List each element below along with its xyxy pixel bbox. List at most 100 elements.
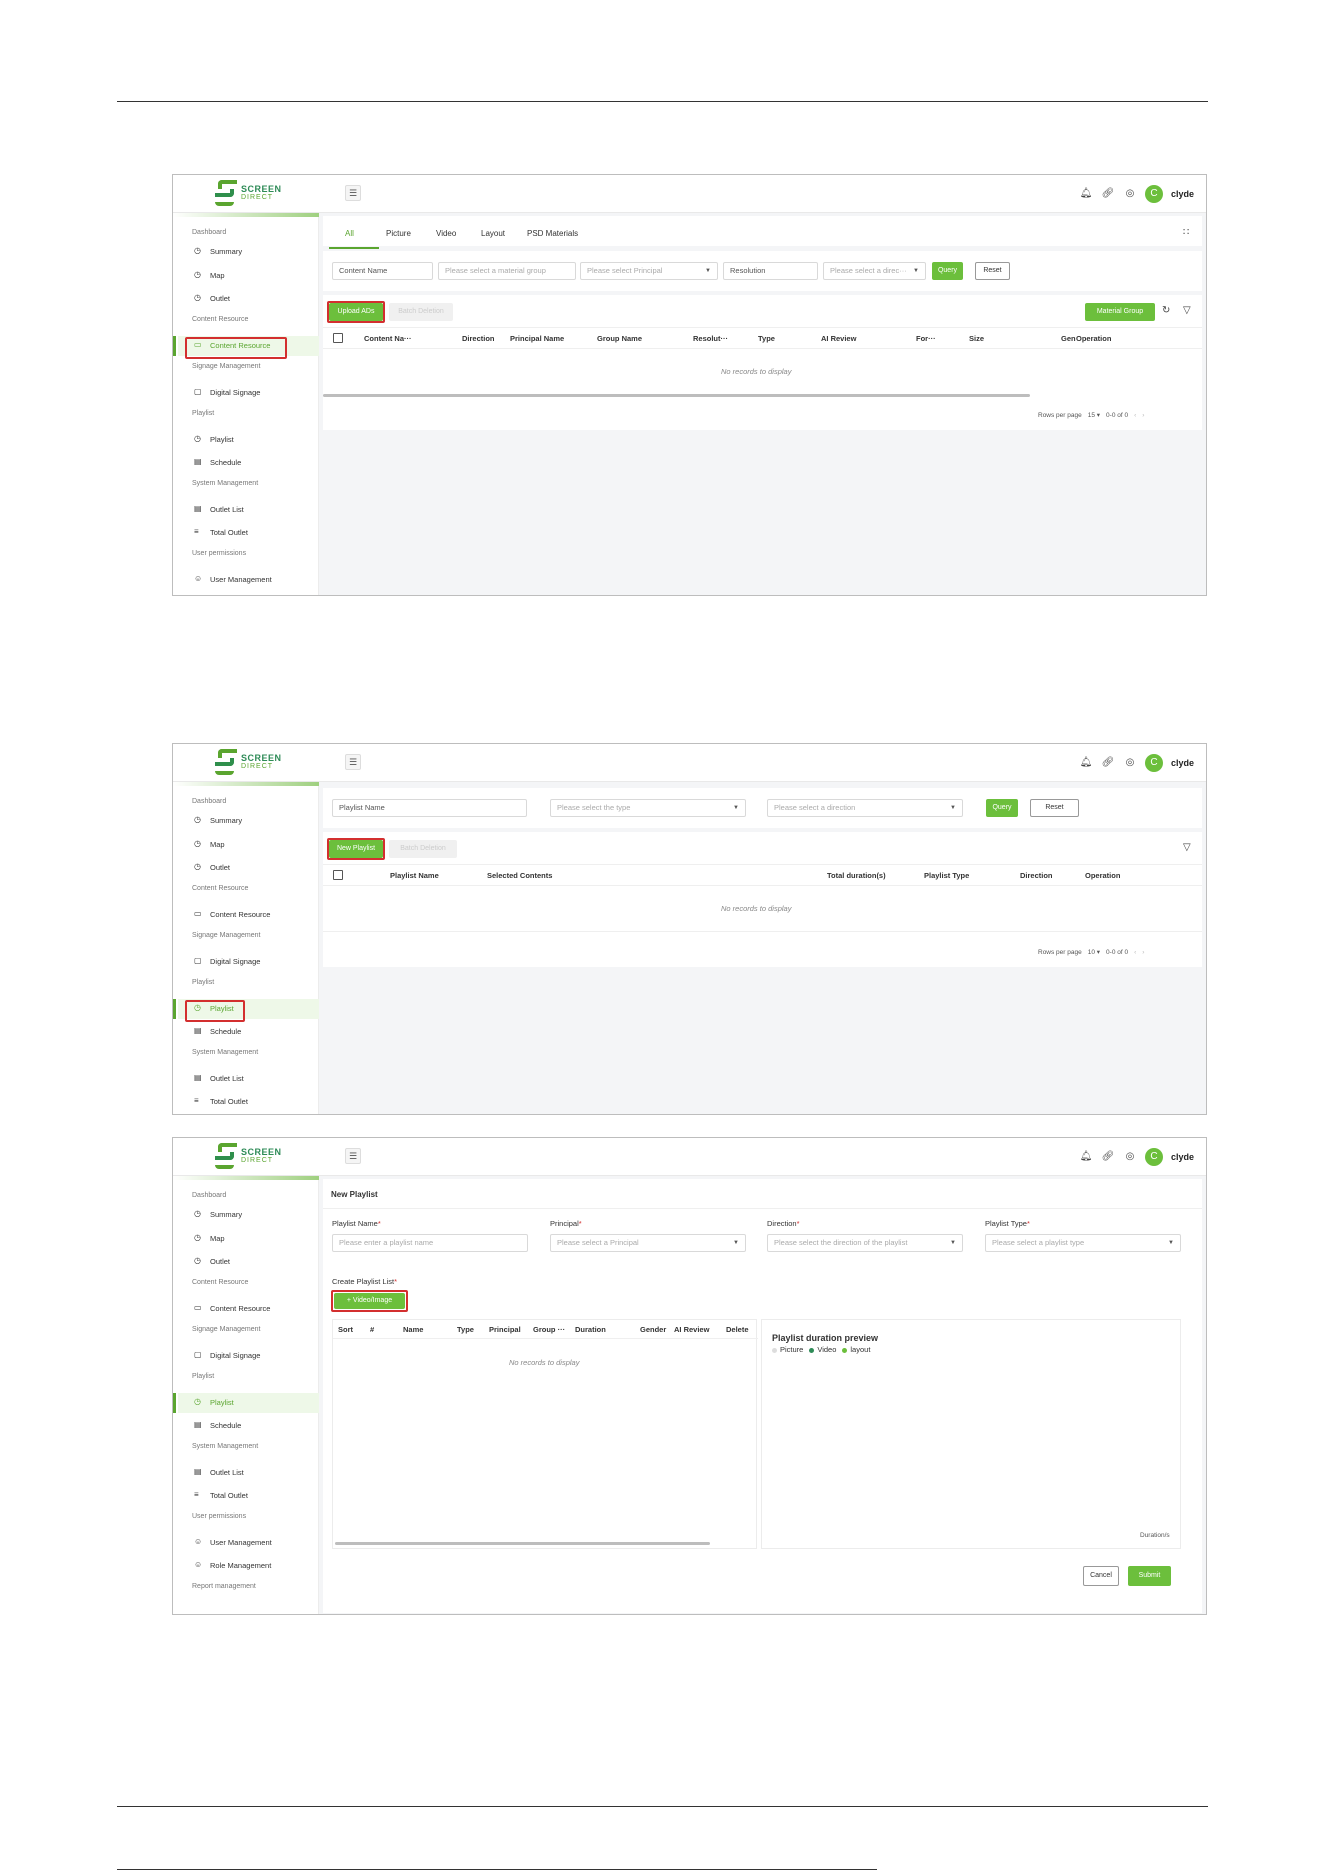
sidebar-item-user-management[interactable]: ☺ User Management	[178, 570, 319, 590]
col-delete[interactable]: Delete	[726, 1325, 749, 1334]
sidebar-item-content-resource[interactable]: ▭ Content Resource	[178, 905, 319, 925]
sidebar-item-digital-signage[interactable]: ▢ Digital Signage	[178, 383, 319, 403]
avatar[interactable]: C	[1144, 754, 1163, 772]
col-playlist-name[interactable]: Playlist Name	[390, 871, 439, 880]
prev-page-icon[interactable]: ‹	[1134, 949, 1136, 956]
col-ai-review[interactable]: AI Review	[821, 334, 856, 343]
menu-toggle-icon[interactable]: ☰	[345, 1148, 361, 1164]
col-format[interactable]: For···	[916, 334, 936, 343]
sidebar-item-digital-signage[interactable]: ▢ Digital Signage	[178, 952, 319, 972]
horizontal-scrollbar[interactable]	[335, 1542, 710, 1545]
col-principal-name[interactable]: Principal Name	[510, 334, 564, 343]
next-page-icon[interactable]: ›	[1142, 412, 1144, 419]
col-group-name[interactable]: Group Name	[597, 334, 642, 343]
material-group-select[interactable]: Please select a material group	[438, 262, 576, 280]
playlist-name-input[interactable]: Please enter a playlist name	[332, 1234, 528, 1252]
sidebar-item-map[interactable]: ◷ Map	[178, 1229, 319, 1249]
col-group[interactable]: Group ···	[533, 1325, 565, 1334]
batch-deletion-button[interactable]: Batch Deletion	[389, 840, 457, 858]
col-direction[interactable]: Direction	[462, 334, 495, 343]
resolution-input[interactable]: Resolution	[723, 262, 818, 280]
sidebar-item-map[interactable]: ◷ Map	[178, 835, 319, 855]
link-icon[interactable]: 🔗︎	[1101, 187, 1115, 201]
col-size[interactable]: Size	[969, 334, 984, 343]
principal-select[interactable]: Please select Principal ▼	[580, 262, 718, 280]
sidebar-item-outlet-list[interactable]: ▤ Outlet List	[178, 1069, 319, 1089]
filter-icon[interactable]: ▽	[1183, 842, 1191, 853]
col-principal[interactable]: Principal	[489, 1325, 521, 1334]
col-direction[interactable]: Direction	[1020, 871, 1053, 880]
col-total-duration[interactable]: Total duration(s)	[827, 871, 886, 880]
tab-layout[interactable]: Layout	[481, 229, 505, 238]
tab-picture[interactable]: Picture	[386, 229, 411, 238]
col-ai-review[interactable]: AI Review	[674, 1325, 709, 1334]
prev-page-icon[interactable]: ‹	[1134, 412, 1136, 419]
col-playlist-type[interactable]: Playlist Type	[924, 871, 969, 880]
cancel-button[interactable]: Cancel	[1083, 1566, 1119, 1586]
query-button[interactable]: Query	[932, 262, 963, 280]
next-page-icon[interactable]: ›	[1142, 949, 1144, 956]
reset-button[interactable]: Reset	[1030, 799, 1079, 817]
playlist-type-select[interactable]: Please select a playlist type ▼	[985, 1234, 1181, 1252]
submit-button[interactable]: Submit	[1128, 1566, 1171, 1586]
direction-select[interactable]: Please select a direction ▼	[767, 799, 963, 817]
refresh-icon[interactable]: ↻	[1162, 305, 1170, 316]
sidebar-item-summary[interactable]: ◷ Summary	[178, 242, 319, 262]
link-icon[interactable]: 🔗︎	[1101, 756, 1115, 770]
avatar[interactable]: C	[1144, 185, 1163, 203]
col-operation[interactable]: Operation	[1085, 871, 1120, 880]
globe-icon[interactable]: ◎	[1123, 756, 1137, 770]
tab-all[interactable]: All	[345, 229, 354, 238]
direction-select[interactable]: Please select the direction of the playl…	[767, 1234, 963, 1252]
sidebar-item-schedule[interactable]: ▤ Schedule	[178, 453, 319, 473]
reset-button[interactable]: Reset	[975, 262, 1010, 280]
sidebar-item-schedule[interactable]: ▤ Schedule	[178, 1022, 319, 1042]
sidebar-item-role-management[interactable]: ☺ Role Management	[178, 1556, 319, 1576]
new-playlist-button[interactable]: New Playlist	[329, 840, 383, 858]
sidebar-item-content-resource[interactable]: ▭ Content Resource	[173, 336, 319, 356]
upload-ads-button[interactable]: Upload ADs	[329, 303, 383, 321]
user-name[interactable]: clyde	[1171, 758, 1194, 768]
col-sort[interactable]: Sort	[338, 1325, 353, 1334]
sidebar-item-total-outlet[interactable]: ≡ Total Outlet	[178, 1092, 319, 1112]
col-selected-contents[interactable]: Selected Contents	[487, 871, 552, 880]
menu-toggle-icon[interactable]: ☰	[345, 754, 361, 770]
principal-select[interactable]: Please select a Principal ▼	[550, 1234, 746, 1252]
rows-per-page-select[interactable]: 10 ▾	[1088, 948, 1100, 956]
sidebar-item-digital-signage[interactable]: ▢ Digital Signage	[178, 1346, 319, 1366]
sidebar-item-playlist[interactable]: ◷ Playlist	[178, 430, 319, 450]
globe-icon[interactable]: ◎	[1123, 1150, 1137, 1164]
sidebar-item-user-management[interactable]: ☺ User Management	[178, 1533, 319, 1553]
bell-icon[interactable]: 🔔︎	[1079, 1150, 1093, 1164]
col-type[interactable]: Type	[457, 1325, 474, 1334]
col-operation[interactable]: Operation	[1076, 334, 1111, 343]
sidebar-item-outlet[interactable]: ◷ Outlet	[178, 289, 319, 309]
col-content-name[interactable]: Content Na···	[364, 334, 412, 343]
sidebar-item-outlet[interactable]: ◷ Outlet	[178, 1252, 319, 1272]
col-duration[interactable]: Duration	[575, 1325, 606, 1334]
batch-deletion-button[interactable]: Batch Deletion	[389, 303, 453, 321]
link-icon[interactable]: 🔗︎	[1101, 1150, 1115, 1164]
menu-toggle-icon[interactable]: ☰	[345, 185, 361, 201]
sidebar-item-playlist[interactable]: ◷ Playlist	[173, 1393, 319, 1413]
sidebar-item-map[interactable]: ◷ Map	[178, 266, 319, 286]
col-gen[interactable]: Gen	[1061, 334, 1076, 343]
bell-icon[interactable]: 🔔︎	[1079, 187, 1093, 201]
grid-icon[interactable]: ∷	[1183, 227, 1189, 238]
sidebar-item-total-outlet[interactable]: ≡ Total Outlet	[178, 1486, 319, 1506]
globe-icon[interactable]: ◎	[1123, 187, 1137, 201]
type-select[interactable]: Please select the type ▼	[550, 799, 746, 817]
content-name-input[interactable]: Content Name	[332, 262, 433, 280]
sidebar-item-summary[interactable]: ◷ Summary	[178, 811, 319, 831]
user-name[interactable]: clyde	[1171, 189, 1194, 199]
col-name[interactable]: Name	[403, 1325, 423, 1334]
avatar[interactable]: C	[1144, 1148, 1163, 1166]
sidebar-item-total-outlet[interactable]: ≡ Total Outlet	[178, 523, 319, 543]
material-group-button[interactable]: Material Group	[1085, 303, 1155, 321]
sidebar-item-playlist[interactable]: ◷ Playlist	[173, 999, 319, 1019]
rows-per-page-select[interactable]: 15 ▾	[1088, 411, 1100, 419]
tab-psd-materials[interactable]: PSD Materials	[527, 229, 578, 238]
col-resolution[interactable]: Resolut···	[693, 334, 728, 343]
select-all-checkbox[interactable]	[333, 870, 343, 880]
horizontal-scrollbar[interactable]	[323, 394, 1030, 397]
